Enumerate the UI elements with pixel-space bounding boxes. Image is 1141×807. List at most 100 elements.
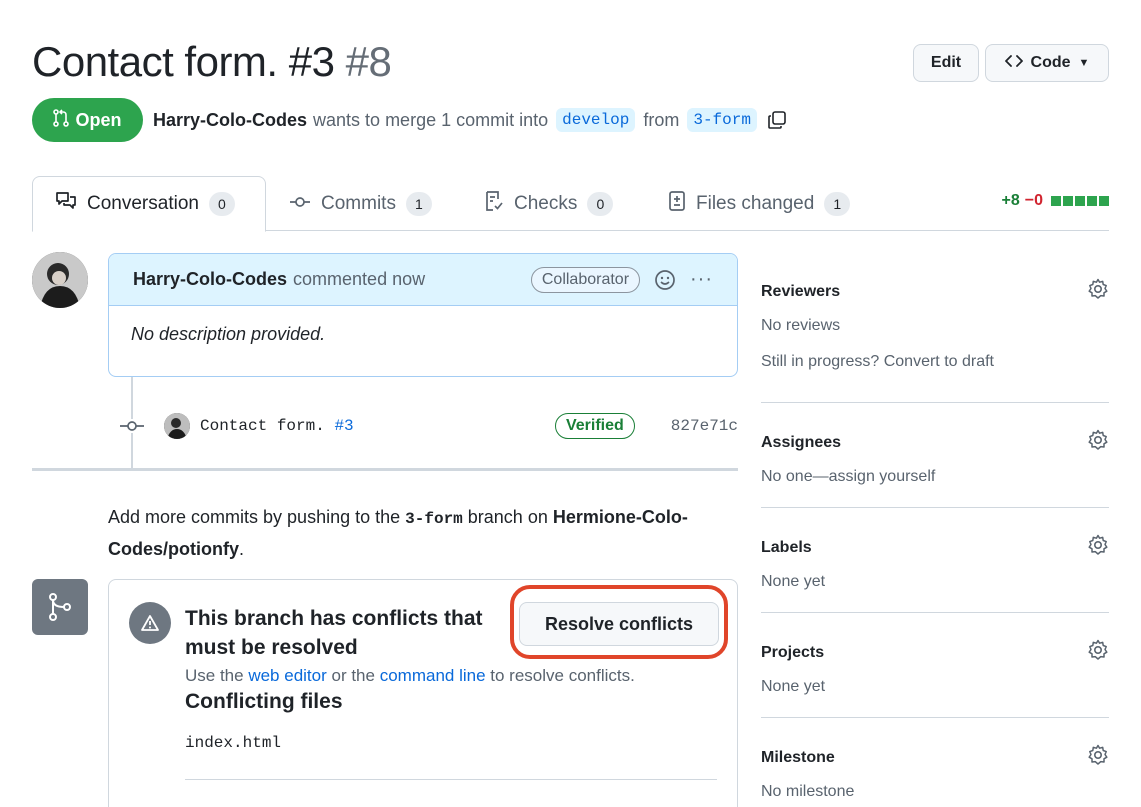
code-icon (1004, 54, 1023, 73)
copy-icon[interactable] (767, 110, 787, 130)
comment-discussion-icon (55, 191, 77, 217)
comment-box: Harry-Colo-Codes commented now Collabora… (108, 253, 738, 377)
status-badge: Open (32, 98, 143, 142)
comment-author[interactable]: Harry-Colo-Codes (133, 269, 287, 290)
file-diff-icon (668, 190, 686, 218)
pr-meta-row: Open Harry-Colo-Codes wants to merge 1 c… (32, 98, 787, 142)
caret-down-icon: ▼ (1078, 57, 1090, 69)
tab-checks-label: Checks (514, 193, 578, 214)
timeline-commit: Contact form. #3 Verified 827e71c (118, 406, 738, 446)
git-pull-request-icon (53, 108, 70, 132)
comment-header: Harry-Colo-Codes commented now Collabora… (109, 254, 737, 306)
tab-conversation-count: 0 (208, 192, 235, 216)
commit-message[interactable]: Contact form. #3 (200, 417, 354, 435)
convert-to-draft-link[interactable]: Still in progress? Convert to draft (761, 353, 1109, 371)
gear-icon[interactable] (1087, 278, 1109, 305)
sidebar-projects-header[interactable]: Projects (761, 639, 1109, 666)
edit-button[interactable]: Edit (913, 44, 979, 82)
conflict-sub-or: or the (331, 666, 375, 685)
conflicting-files-heading: Conflicting files (185, 690, 343, 713)
pr-tabs: Conversation 0 Commits 1 Checks 0 Files … (32, 176, 1109, 232)
git-commit-icon (289, 193, 311, 215)
commit-issue-link[interactable]: #3 (334, 417, 353, 435)
sidebar-projects-value: None yet (761, 678, 826, 695)
timeline-divider (32, 468, 738, 471)
role-badge: Collaborator (530, 266, 641, 293)
tab-checks-count: 0 (587, 192, 614, 216)
conflict-sub-post: to resolve conflicts. (490, 666, 635, 685)
web-editor-link[interactable]: web editor (248, 666, 326, 685)
sidebar-labels: Labels None yet (761, 508, 1109, 613)
sidebar-milestone-header[interactable]: Milestone (761, 744, 1109, 771)
head-branch[interactable]: 3-form (687, 108, 757, 132)
conflicting-file: index.html (185, 734, 282, 752)
command-line-link[interactable]: command line (380, 666, 486, 685)
tab-files-count: 1 (824, 192, 851, 216)
conflict-title: This branch has conflicts that must be r… (185, 607, 483, 659)
commit-sha[interactable]: 827e71c (671, 417, 738, 435)
pr-sidebar: Reviewers No reviews Still in progress? … (761, 254, 1109, 807)
tab-commits-label: Commits (321, 193, 396, 214)
sidebar-milestone-heading: Milestone (761, 748, 835, 766)
avatar[interactable] (32, 252, 88, 308)
sidebar-milestone-value: No milestone (761, 783, 855, 800)
conflict-sub-pre: Use the (185, 666, 244, 685)
conflict-subtitle: Use the web editor or the command line t… (185, 666, 635, 686)
sidebar-assignees-value[interactable]: No one—assign yourself (761, 468, 1109, 486)
merge-box-divider (185, 779, 717, 780)
from-text: from (643, 109, 680, 130)
diffstat-bar (1075, 196, 1085, 206)
sidebar-reviewers-heading: Reviewers (761, 282, 841, 300)
sidebar-projects-heading: Projects (761, 643, 825, 661)
tab-files-label: Files changed (696, 193, 815, 214)
merge-action-text: wants to merge 1 commit into (313, 109, 549, 130)
push-hint-branch: 3-form (405, 510, 463, 528)
push-hint-mid: branch on (467, 507, 548, 527)
diffstat: +8 −0 (1001, 192, 1109, 210)
tab-conversation[interactable]: Conversation 0 (32, 176, 266, 232)
gear-icon[interactable] (1087, 429, 1109, 456)
sidebar-labels-header[interactable]: Labels (761, 534, 1109, 561)
sidebar-labels-value: None yet (761, 573, 826, 590)
comment-time[interactable]: commented now (293, 269, 425, 290)
push-hint-post: . (239, 539, 245, 559)
gear-icon[interactable] (1087, 534, 1109, 561)
sidebar-reviewers: Reviewers No reviews Still in progress? … (761, 254, 1109, 403)
pr-title-text: Contact form. #3 (32, 38, 335, 85)
alert-icon (129, 602, 171, 644)
sidebar-labels-heading: Labels (761, 538, 812, 556)
gear-icon[interactable] (1087, 744, 1109, 771)
commit-message-text: Contact form. (200, 417, 325, 435)
sidebar-reviewers-header[interactable]: Reviewers (761, 278, 1109, 305)
sidebar-projects: Projects None yet (761, 613, 1109, 718)
push-hint: Add more commits by pushing to the 3-for… (108, 502, 718, 564)
sidebar-reviewers-value: No reviews (761, 317, 841, 334)
diffstat-bar (1099, 196, 1109, 206)
code-button[interactable]: Code ▼ (985, 44, 1109, 82)
pr-title: Contact form. #3 #8 (32, 38, 392, 86)
base-branch[interactable]: develop (556, 108, 636, 132)
diffstat-bar (1063, 196, 1073, 206)
diffstat-additions: +8 (1001, 192, 1020, 209)
diffstat-bars (1051, 196, 1109, 206)
checklist-icon (484, 190, 504, 218)
verified-badge[interactable]: Verified (554, 413, 635, 439)
status-label: Open (75, 109, 122, 130)
pr-author-link[interactable]: Harry-Colo-Codes (153, 110, 307, 131)
smiley-icon[interactable] (654, 269, 676, 291)
tab-commits[interactable]: Commits 1 (267, 176, 454, 232)
tab-files-changed[interactable]: Files changed 1 (646, 176, 872, 232)
commit-author-avatar[interactable] (164, 413, 190, 439)
sidebar-assignees-header[interactable]: Assignees (761, 429, 1109, 456)
gear-icon[interactable] (1087, 639, 1109, 666)
diffstat-bar (1051, 196, 1061, 206)
tab-checks[interactable]: Checks 0 (462, 176, 635, 232)
git-commit-icon (118, 419, 146, 433)
resolve-conflicts-button[interactable]: Resolve conflicts (519, 602, 719, 646)
push-hint-pre: Add more commits by pushing to the (108, 507, 401, 527)
sidebar-assignees-heading: Assignees (761, 433, 842, 451)
pr-number: #8 (345, 38, 392, 85)
diffstat-bar (1087, 196, 1097, 206)
comment-body: No description provided. (131, 324, 326, 344)
kebab-horizontal-icon[interactable]: ··· (690, 268, 713, 291)
